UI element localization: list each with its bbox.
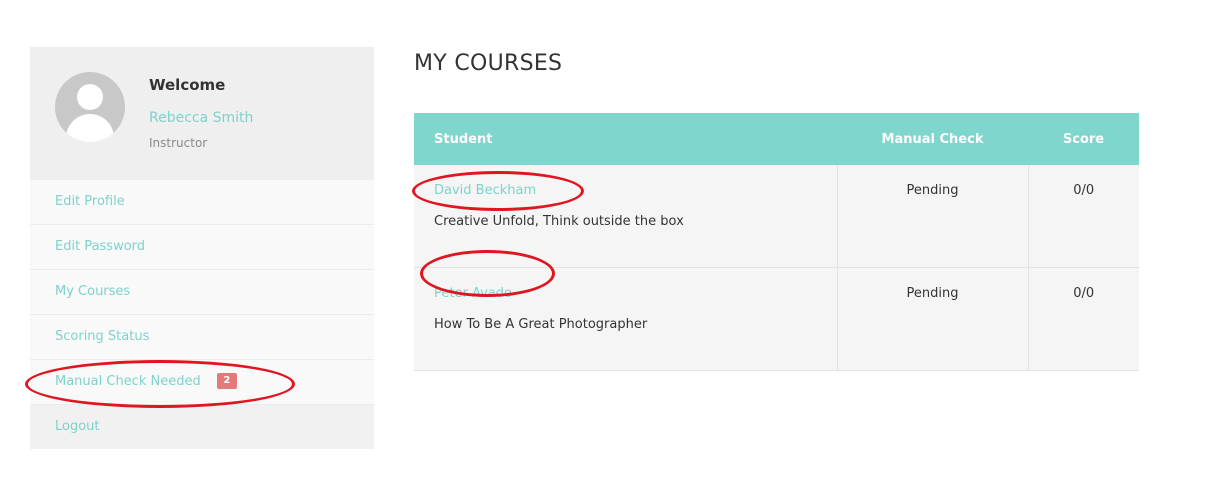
courses-table: Student Manual Check Score David Beckham…	[414, 113, 1139, 371]
welcome-text: Welcome	[149, 76, 226, 94]
sidebar-item-label: My Courses	[55, 284, 131, 299]
column-header-student: Student	[414, 113, 837, 165]
sidebar-item-label: Scoring Status	[55, 329, 150, 344]
profile-card: Welcome Rebecca Smith Instructor	[30, 47, 374, 180]
user-name-link[interactable]: Rebecca Smith	[149, 110, 253, 126]
column-header-manual-check: Manual Check	[837, 113, 1028, 165]
table-row: Peter Avado How To Be A Great Photograph…	[414, 267, 1139, 371]
student-link[interactable]: David Beckham	[434, 183, 536, 198]
sidebar-item-logout[interactable]: Logout	[30, 405, 374, 449]
page: Welcome Rebecca Smith Instructor Edit Pr…	[0, 0, 1213, 480]
student-cell: David Beckham Creative Unfold, Think out…	[414, 165, 837, 268]
sidebar-item-edit-password[interactable]: Edit Password	[30, 225, 374, 270]
sidebar-item-label: Manual Check Needed	[55, 374, 201, 389]
sidebar-item-scoring-status[interactable]: Scoring Status	[30, 315, 374, 360]
column-header-score: Score	[1028, 113, 1139, 165]
score-value: 0/0	[1027, 165, 1139, 268]
student-cell: Peter Avado How To Be A Great Photograph…	[414, 267, 837, 371]
avatar-head	[77, 84, 103, 110]
score-value: 0/0	[1027, 267, 1139, 371]
table-body: David Beckham Creative Unfold, Think out…	[414, 165, 1139, 371]
page-title: MY COURSES	[414, 51, 563, 76]
sidebar-item-edit-profile[interactable]: Edit Profile	[30, 180, 374, 225]
student-link[interactable]: Peter Avado	[434, 286, 512, 301]
course-name: Creative Unfold, Think outside the box	[434, 214, 684, 229]
sidebar-item-label: Edit Password	[55, 239, 146, 254]
sidebar-item-my-courses[interactable]: My Courses	[30, 270, 374, 315]
avatar-body	[66, 114, 114, 142]
user-avatar-icon	[55, 72, 125, 142]
sidebar-menu: Edit Profile Edit Password My Courses Sc…	[30, 180, 374, 449]
course-name: How To Be A Great Photographer	[434, 317, 648, 332]
sidebar: Welcome Rebecca Smith Instructor Edit Pr…	[30, 47, 374, 449]
manual-check-status: Pending	[836, 267, 1028, 371]
user-role: Instructor	[149, 136, 208, 150]
manual-check-status: Pending	[836, 165, 1028, 268]
table-row: David Beckham Creative Unfold, Think out…	[414, 165, 1139, 268]
count-badge: 2	[216, 372, 237, 389]
table-header-row: Student Manual Check Score	[414, 113, 1139, 165]
sidebar-item-manual-check-needed[interactable]: Manual Check Needed 2	[30, 360, 374, 405]
sidebar-item-label: Edit Profile	[55, 194, 125, 209]
table-header: Student Manual Check Score	[414, 113, 1139, 165]
sidebar-item-label: Logout	[55, 419, 100, 434]
